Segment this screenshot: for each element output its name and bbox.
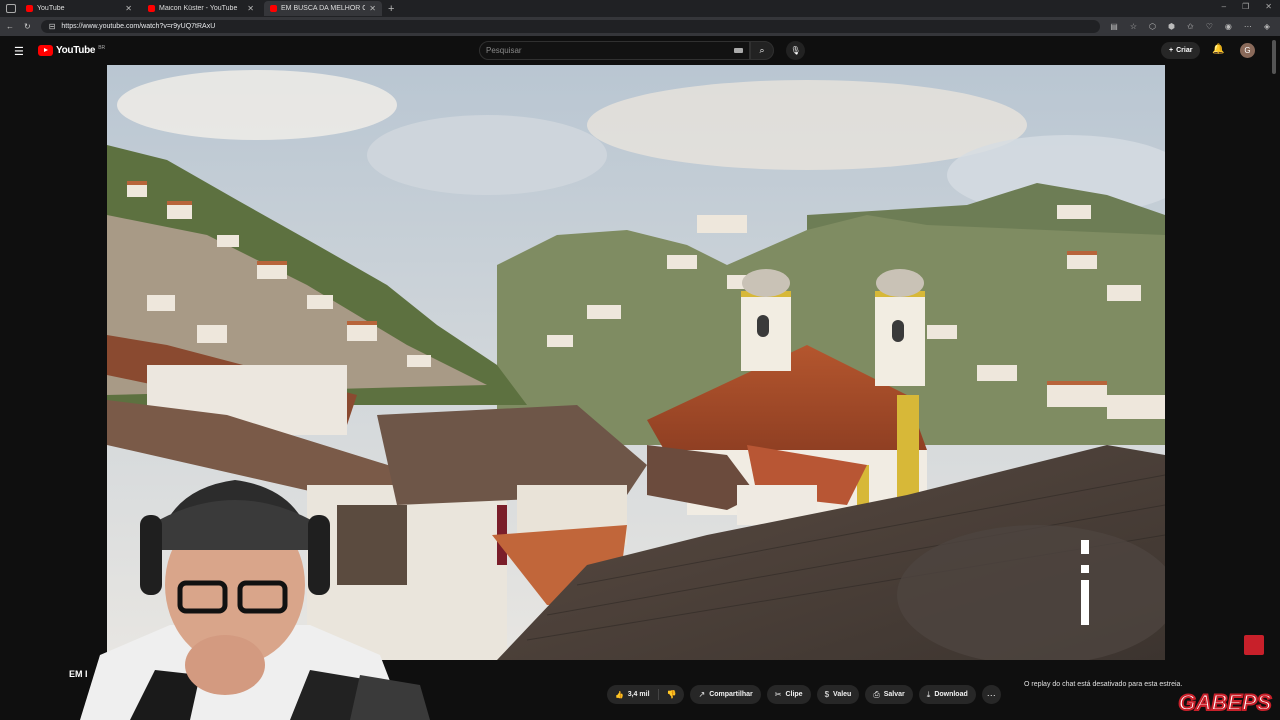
share-label: Compartilhar (709, 691, 753, 698)
youtube-favicon-icon (270, 5, 277, 12)
close-tab-icon[interactable]: ✕ (369, 4, 376, 13)
window-controls: – ❐ ✕ (1222, 2, 1272, 11)
search-box (479, 41, 750, 60)
chat-replay-notice: O replay do chat está desativado para es… (1024, 681, 1183, 688)
back-icon[interactable]: ← (6, 22, 14, 31)
webcam-overlay (80, 480, 430, 720)
keyboard-icon[interactable] (734, 48, 743, 53)
page-scrollbar-thumb[interactable] (1272, 40, 1276, 74)
close-window-icon[interactable]: ✕ (1265, 2, 1272, 11)
download-icon: ⤓ (926, 689, 931, 699)
voice-search-button[interactable]: 🎙 (786, 41, 805, 60)
profile-icon[interactable]: ◉ (1225, 22, 1232, 31)
like-button[interactable]: 👍 3,4 mil (607, 689, 659, 700)
close-tab-icon[interactable]: ✕ (125, 4, 132, 13)
like-count: 3,4 mil (627, 691, 650, 698)
more-actions-button[interactable]: ··· (981, 685, 1001, 704)
url-text: https://www.youtube.com/watch?v=r9yUQ7tR… (61, 23, 216, 30)
dislike-button[interactable]: 👎 (659, 690, 685, 699)
extension-icon[interactable]: ⬢ (1168, 22, 1175, 31)
tab-title: Maicon Küster - YouTube (159, 5, 238, 12)
search-input[interactable] (486, 46, 734, 55)
country-code: BR (98, 44, 106, 51)
create-button[interactable]: + Criar (1161, 42, 1201, 59)
new-tab-button[interactable]: + (388, 3, 394, 15)
bookmark-icon: ⎙ (873, 689, 880, 699)
save-label: Salvar (883, 691, 905, 698)
address-bar: ← ↻ ⊟ https://www.youtube.com/watch?v=r9… (0, 17, 1280, 36)
download-label: Download (934, 691, 968, 698)
super-thanks-icon: $ (824, 690, 830, 699)
like-dislike-group: 👍 3,4 mil 👎 (607, 685, 685, 704)
scissors-icon: ✂ (774, 690, 782, 699)
favorites-icon[interactable]: ✩ (1187, 22, 1194, 31)
browser-tabstrip: YouTube ✕ Maicon Küster - YouTube ✕ EM B… (0, 0, 1280, 17)
plus-icon: + (1169, 47, 1174, 54)
copilot-icon[interactable]: ◈ (1264, 22, 1270, 31)
share-button[interactable]: ↗ Compartilhar (690, 685, 761, 704)
thanks-button[interactable]: $ Valeu (816, 685, 860, 704)
browser-tab-1[interactable]: YouTube ✕ (20, 1, 138, 16)
more-icon[interactable]: ⋯ (1244, 22, 1252, 31)
youtube-masthead: ☰ YouTube BR ⌕ 🎙 + Criar 🔔 G (0, 36, 1280, 65)
clip-label: Clipe (785, 691, 803, 698)
browser-toolbar: ▤ ☆ ⬡ ⬢ ✩ ♡ ◉ ⋯ ◈ (1110, 22, 1274, 31)
tab-title: YouTube (37, 5, 65, 12)
browser-tab-2[interactable]: Maicon Küster - YouTube ✕ (142, 1, 260, 16)
restore-icon[interactable]: ❐ (1242, 2, 1249, 11)
site-info-icon[interactable]: ⊟ (49, 22, 56, 31)
video-actions: 👍 3,4 mil 👎 ↗ Compartilhar ✂ Clipe $ Val… (607, 685, 1001, 704)
minimize-icon[interactable]: – (1222, 2, 1226, 11)
url-field[interactable]: ⊟ https://www.youtube.com/watch?v=r9yUQ7… (40, 20, 1101, 33)
extension-icon[interactable]: ⬡ (1149, 22, 1156, 31)
tab-actions-icon[interactable] (6, 4, 16, 13)
streamer-logo-text: GABEPS (1179, 690, 1272, 715)
thanks-label: Valeu (833, 691, 852, 698)
youtube-favicon-icon (148, 5, 155, 12)
youtube-favicon-icon (26, 5, 33, 12)
mic-icon: 🎙 (790, 46, 801, 55)
download-button[interactable]: ⤓ Download (918, 685, 976, 704)
reader-icon[interactable]: ▤ (1110, 22, 1118, 31)
thumbs-up-icon: 👍 (615, 691, 624, 699)
share-icon: ↗ (698, 690, 706, 699)
account-avatar[interactable]: G (1240, 43, 1255, 58)
close-tab-icon[interactable]: ✕ (247, 4, 254, 13)
logo-wordmark: YouTube (56, 45, 96, 56)
youtube-play-icon (38, 45, 53, 56)
create-label: Criar (1176, 47, 1193, 54)
streamer-badge-icon (1244, 635, 1264, 655)
guide-menu-icon[interactable]: ☰ (14, 45, 24, 58)
thumbs-down-icon: 👎 (666, 690, 677, 699)
streamer-logo: GABEPS (1178, 689, 1273, 716)
notifications-bell-icon[interactable]: 🔔 (1212, 44, 1224, 55)
tab-title: EM BUSCA DA MELHOR CO... (281, 5, 366, 12)
youtube-logo[interactable]: YouTube BR (38, 45, 105, 56)
heart-icon[interactable]: ♡ (1206, 22, 1213, 31)
favorite-star-icon[interactable]: ☆ (1130, 22, 1137, 31)
save-button[interactable]: ⎙ Salvar (865, 685, 913, 704)
browser-tab-3[interactable]: EM BUSCA DA MELHOR CO... ✕ (264, 1, 382, 16)
reload-icon[interactable]: ↻ (24, 22, 31, 31)
clip-button[interactable]: ✂ Clipe (766, 685, 811, 704)
search-icon: ⌕ (759, 45, 765, 55)
search-button[interactable]: ⌕ (750, 41, 774, 60)
